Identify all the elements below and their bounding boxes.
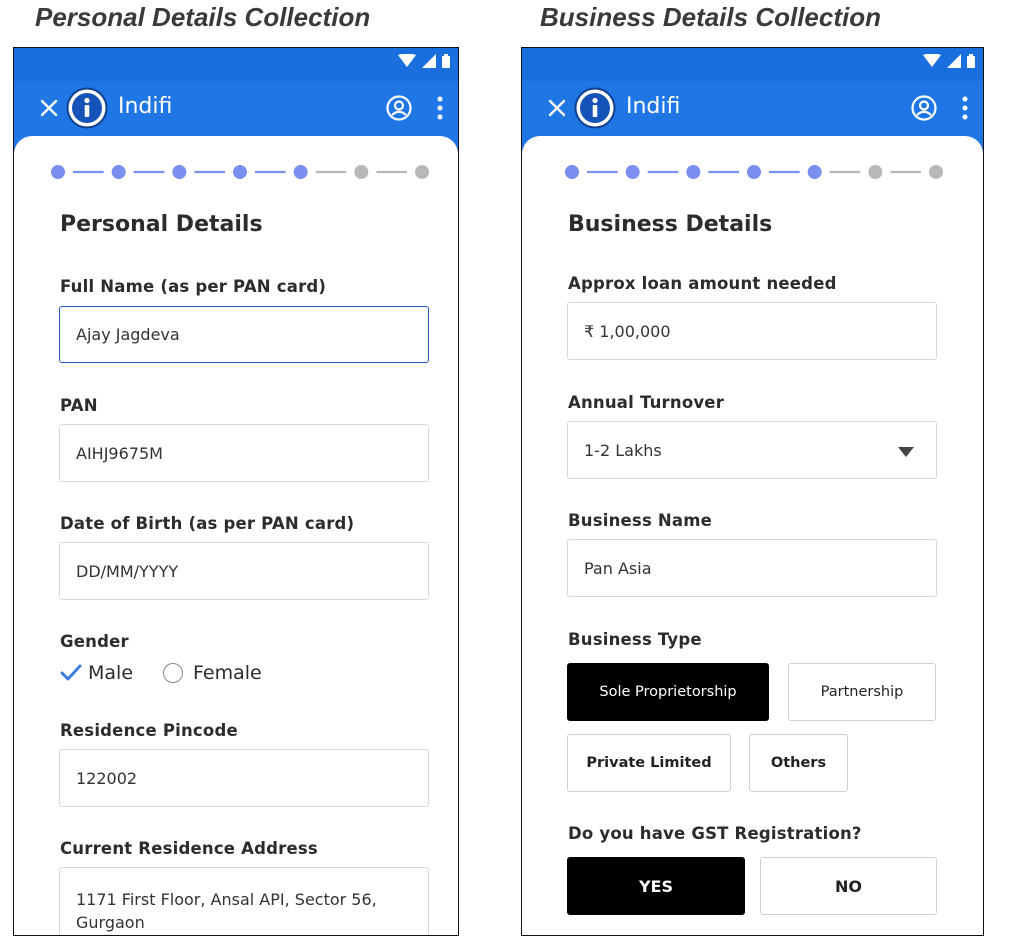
address-line-1: 1171 First Floor, Ansal API, Sector 56, xyxy=(76,890,377,909)
step-dot xyxy=(415,165,429,179)
section-title: Personal Details xyxy=(60,212,263,237)
step-dot xyxy=(51,165,65,179)
gender-female-option[interactable]: Female xyxy=(193,662,262,684)
progress-stepper xyxy=(565,165,943,179)
indifi-logo-icon xyxy=(574,87,616,129)
app-title: Indifi xyxy=(118,94,173,119)
progress-stepper xyxy=(51,165,429,179)
gst-label: Do you have GST Registration? xyxy=(568,824,862,843)
turnover-value: 1-2 Lakhs xyxy=(584,440,662,460)
type-partnership[interactable]: Partnership xyxy=(788,663,936,721)
business-name-input[interactable]: Pan Asia xyxy=(567,539,937,597)
check-icon[interactable] xyxy=(60,664,82,682)
form-business: Business Details Approx loan amount need… xyxy=(522,136,983,935)
phone-personal: Indifi Personal Details Full Name (as pe… xyxy=(13,47,459,936)
step-dot xyxy=(807,165,822,179)
pan-value: AIHJ9675M xyxy=(76,443,163,463)
business-name-value: Pan Asia xyxy=(584,558,652,578)
dob-placeholder: DD/MM/YYYY xyxy=(76,561,179,581)
section-title: Business Details xyxy=(568,212,773,237)
full-name-value: Ajay Jagdeva xyxy=(76,325,180,344)
close-icon[interactable] xyxy=(542,93,572,123)
pincode-input[interactable]: 122002 xyxy=(59,749,429,807)
app-bar: Indifi xyxy=(522,81,983,136)
indifi-logo-icon xyxy=(66,87,108,129)
close-icon[interactable] xyxy=(34,93,64,123)
pincode-label: Residence Pincode xyxy=(60,721,238,740)
dropdown-arrow-icon[interactable] xyxy=(898,447,914,457)
type-others[interactable]: Others xyxy=(749,734,848,792)
address-label: Current Residence Address xyxy=(60,839,318,858)
turnover-select[interactable]: 1-2 Lakhs xyxy=(567,421,937,479)
phone-business: Indifi Business Details Approx loan amou… xyxy=(521,47,984,936)
address-input[interactable]: 1171 First Floor, Ansal API, Sector 56, … xyxy=(59,867,429,935)
pincode-value: 122002 xyxy=(76,768,138,788)
step-dot xyxy=(565,165,579,179)
step-dot xyxy=(625,165,640,179)
type-sole-proprietorship[interactable]: Sole Proprietorship xyxy=(567,663,769,721)
signal-icon xyxy=(422,54,436,68)
type-private-limited[interactable]: Private Limited xyxy=(567,734,731,792)
step-dot xyxy=(686,165,701,179)
battery-icon xyxy=(967,54,975,68)
step-dot xyxy=(354,165,369,179)
pan-input[interactable]: AIHJ9675M xyxy=(59,424,429,482)
business-type-label: Business Type xyxy=(568,630,702,649)
wifi-icon xyxy=(923,54,941,67)
app-title: Indifi xyxy=(626,94,681,119)
account-icon[interactable] xyxy=(385,94,413,122)
gst-yes-button[interactable]: YES xyxy=(567,857,745,915)
step-dot xyxy=(233,165,247,179)
caption-business: Business Details Collection xyxy=(540,2,881,32)
more-vert-icon[interactable] xyxy=(432,94,448,122)
loan-amount-label: Approx loan amount needed xyxy=(568,274,837,293)
step-dot xyxy=(293,165,308,179)
account-icon[interactable] xyxy=(910,94,938,122)
gender-label: Gender xyxy=(60,632,129,651)
address-line-2: Gurgaon xyxy=(76,913,145,932)
step-dot xyxy=(111,165,126,179)
loan-amount-value: ₹ 1,00,000 xyxy=(584,321,671,341)
caption-personal: Personal Details Collection xyxy=(35,2,371,32)
loan-amount-input[interactable]: ₹ 1,00,000 xyxy=(567,302,937,360)
radio-circle-icon[interactable] xyxy=(163,663,184,683)
more-vert-icon[interactable] xyxy=(957,94,973,122)
full-name-label: Full Name (as per PAN card) xyxy=(60,277,327,296)
gender-options: Male Female xyxy=(60,662,262,684)
status-bar xyxy=(14,48,458,81)
step-dot xyxy=(172,165,187,179)
signal-icon xyxy=(947,54,961,68)
dob-input[interactable]: DD/MM/YYYY xyxy=(59,542,429,600)
step-dot xyxy=(929,165,943,179)
status-bar xyxy=(522,48,983,81)
dob-label: Date of Birth (as per PAN card) xyxy=(60,514,355,533)
form-personal: Personal Details Full Name (as per PAN c… xyxy=(14,136,458,935)
step-dot xyxy=(868,165,883,179)
turnover-label: Annual Turnover xyxy=(568,393,725,412)
step-dot xyxy=(747,165,761,179)
pan-label: PAN xyxy=(60,396,98,415)
wifi-icon xyxy=(398,54,416,67)
business-name-label: Business Name xyxy=(568,511,713,530)
gender-male-option[interactable]: Male xyxy=(88,662,133,684)
battery-icon xyxy=(442,54,450,68)
app-bar: Indifi xyxy=(14,81,458,136)
full-name-input[interactable]: Ajay Jagdeva xyxy=(59,306,429,363)
gst-no-button[interactable]: NO xyxy=(760,857,937,915)
